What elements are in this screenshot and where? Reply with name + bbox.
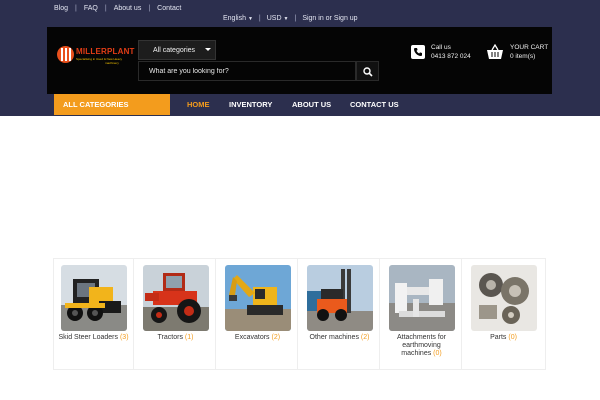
link-faq[interactable]: FAQ bbox=[84, 5, 98, 12]
category-tile-excavators[interactable]: Excavators (2) bbox=[217, 258, 298, 370]
category-label: Tractors (1) bbox=[157, 334, 194, 341]
category-image-tractors bbox=[143, 265, 209, 331]
currency-selector[interactable]: USD ▼ bbox=[267, 15, 289, 22]
link-about[interactable]: About us bbox=[114, 5, 142, 12]
logo-name: MILLERPLANT bbox=[76, 47, 135, 56]
nav-home[interactable]: HOME bbox=[187, 94, 210, 115]
category-label: Excavators (2) bbox=[234, 334, 281, 341]
language-selector[interactable]: English ▼ bbox=[223, 15, 253, 22]
chevron-down-icon: ▼ bbox=[283, 16, 289, 22]
phone-icon bbox=[411, 45, 425, 59]
page: Blog | FAQ | About us | Contact English ▼… bbox=[0, 0, 600, 400]
category-image-other-machines bbox=[307, 265, 373, 331]
separator: | bbox=[104, 5, 107, 12]
logo-mark-icon bbox=[57, 46, 74, 63]
category-tile-parts[interactable]: Parts (0) bbox=[463, 258, 544, 370]
separator: | bbox=[294, 15, 297, 22]
category-label: Attachments for earthmoving machines (0) bbox=[396, 334, 447, 357]
category-dropdown[interactable]: All categories bbox=[138, 40, 216, 60]
chevron-down-icon: ▼ bbox=[247, 16, 253, 22]
category-image-attachments bbox=[389, 265, 455, 331]
top-links: Blog | FAQ | About us | Contact bbox=[54, 5, 181, 12]
category-tile-other-machines[interactable]: Other machines (2) bbox=[299, 258, 380, 370]
language-currency-bar: English ▼ | USD ▼ | Sign in or Sign up bbox=[223, 15, 358, 22]
cart-basket-icon[interactable] bbox=[486, 44, 504, 60]
link-contact[interactable]: Contact bbox=[157, 5, 181, 12]
language-label: English bbox=[223, 15, 246, 22]
separator: | bbox=[148, 5, 151, 12]
category-tile-tractors[interactable]: Tractors (1) bbox=[135, 258, 216, 370]
site-logo[interactable]: MILLERPLANT Specialising in Used & New H… bbox=[57, 45, 134, 65]
category-image-excavators bbox=[225, 265, 291, 331]
cart-count: 0 item(s) bbox=[510, 53, 536, 60]
category-tile-skid-steer[interactable]: Skid Steer Loaders (3) bbox=[53, 258, 134, 370]
currency-label: USD bbox=[266, 15, 282, 22]
category-label: Other machines (2) bbox=[309, 334, 370, 341]
category-label: Parts (0) bbox=[490, 334, 517, 341]
category-tile-attachments[interactable]: Attachments for earthmoving machines (0) bbox=[381, 258, 462, 370]
category-dropdown-value: All categories bbox=[153, 46, 196, 54]
category-image-parts bbox=[471, 265, 537, 331]
phone-number[interactable]: 0413 872 024 bbox=[431, 53, 471, 60]
all-categories-button[interactable]: ALL CATEGORIES bbox=[54, 94, 170, 115]
category-label: Skid Steer Loaders (3) bbox=[58, 334, 129, 341]
nav-contact-us[interactable]: CONTACT US bbox=[350, 94, 399, 115]
category-image-skid-steer bbox=[61, 265, 127, 331]
separator: | bbox=[258, 15, 261, 22]
separator: | bbox=[75, 5, 77, 12]
link-blog[interactable]: Blog bbox=[54, 5, 68, 12]
nav-about-us[interactable]: ABOUT US bbox=[292, 94, 331, 115]
cart-title[interactable]: YOUR CART bbox=[510, 44, 548, 51]
call-us-label: Call us bbox=[431, 44, 451, 51]
signin-link[interactable]: Sign in or Sign up bbox=[302, 15, 357, 22]
search-button[interactable] bbox=[356, 61, 379, 81]
caret-down-icon bbox=[205, 48, 211, 51]
search-icon bbox=[363, 67, 373, 77]
nav-inventory[interactable]: INVENTORY bbox=[229, 94, 272, 115]
search-input[interactable] bbox=[138, 61, 356, 81]
logo-tagline-2: machinery bbox=[105, 61, 119, 65]
